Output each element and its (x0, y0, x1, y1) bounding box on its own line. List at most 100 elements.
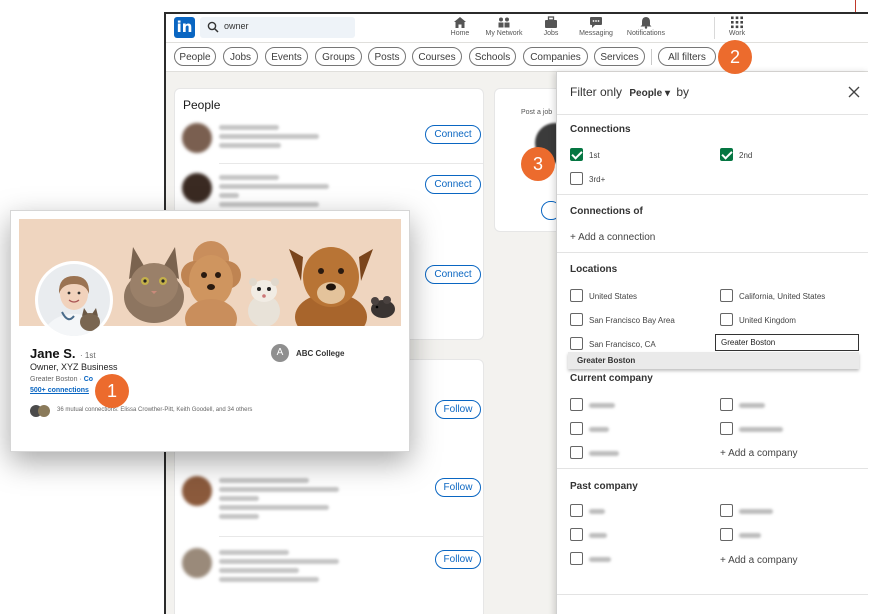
location-label: San Francisco Bay Area (589, 316, 675, 325)
avatar (182, 123, 212, 153)
checkbox-company[interactable] (720, 504, 733, 517)
avatar (182, 476, 212, 506)
nav-jobs[interactable]: Jobs (536, 16, 566, 37)
briefcase-icon (545, 16, 557, 28)
blurred-company (739, 403, 765, 408)
checkbox-2nd[interactable] (720, 148, 733, 161)
blurred-extra (219, 514, 259, 519)
profile-name[interactable]: Jane S. (30, 346, 76, 361)
checkbox-company[interactable] (720, 528, 733, 541)
location-label: California, United States (739, 292, 826, 301)
location-label: United States (589, 292, 638, 301)
checkbox-3rd-plus-label: 3rd+ (589, 175, 606, 184)
blurred-location (219, 496, 259, 501)
connect-button[interactable]: Connect (425, 125, 481, 144)
blurred-headline (219, 487, 339, 492)
checkbox-1st[interactable] (570, 148, 583, 161)
divider (557, 252, 868, 253)
callout-badge-1: 1 (95, 374, 129, 408)
school-name[interactable]: ABC College (296, 349, 344, 358)
connect-button[interactable]: Connect (425, 265, 481, 284)
global-nav: in owner Home My Network Jobs Messaging … (166, 14, 868, 43)
checkbox-company[interactable] (570, 422, 583, 435)
blurred-company (589, 533, 607, 538)
home-icon (454, 17, 466, 28)
checkbox-3rd-plus[interactable] (570, 172, 583, 185)
checkbox-company[interactable] (570, 398, 583, 411)
pill-schools[interactable]: Schools (469, 47, 516, 66)
search-filter-bar: People Jobs Events Groups Posts Courses … (166, 43, 868, 72)
divider (557, 594, 868, 595)
nav-home-label: Home (450, 30, 470, 37)
checkbox-location[interactable] (720, 313, 733, 326)
contact-info-link[interactable]: Co (84, 376, 93, 383)
checkbox-location[interactable] (570, 337, 583, 350)
location-label: United Kingdom (739, 316, 796, 325)
avatar (182, 173, 212, 203)
linkedin-logo[interactable]: in (174, 17, 195, 38)
checkbox-location[interactable] (570, 313, 583, 326)
pill-groups[interactable]: Groups (315, 47, 362, 66)
callout-badge-2: 2 (718, 40, 752, 74)
checkbox-location[interactable] (720, 289, 733, 302)
follow-button[interactable]: Follow (435, 478, 481, 497)
connect-button[interactable]: Connect (425, 175, 481, 194)
nav-notifications-label: Notifications (626, 30, 666, 37)
pill-posts[interactable]: Posts (368, 47, 406, 66)
nav-messaging[interactable]: Messaging (574, 16, 618, 37)
checkbox-company[interactable] (720, 398, 733, 411)
profile-card[interactable]: Jane S. · 1st Owner, XYZ Business Greate… (10, 210, 410, 452)
add-current-company-button[interactable]: + Add a company (720, 448, 798, 459)
checkbox-1st-label: 1st (589, 151, 600, 160)
close-icon[interactable] (848, 86, 860, 98)
network-icon (498, 17, 510, 28)
blurred-location (219, 568, 299, 573)
blurred-company (589, 451, 619, 456)
location-suggestion[interactable]: Greater Boston (568, 352, 859, 369)
connections-of-heading: Connections of (570, 206, 643, 217)
checkbox-company[interactable] (570, 504, 583, 517)
checkbox-company[interactable] (720, 422, 733, 435)
pill-companies[interactable]: Companies (523, 47, 588, 66)
mutual-connections-text[interactable]: 36 mutual connections: Elissa Crowther-P… (57, 407, 252, 413)
pill-people[interactable]: People (174, 47, 216, 66)
checkbox-location[interactable] (570, 289, 583, 302)
past-company-heading: Past company (570, 481, 638, 492)
blurred-name (219, 550, 289, 555)
message-icon (590, 17, 602, 28)
checkbox-company[interactable] (570, 528, 583, 541)
nav-notifications[interactable]: Notifications (620, 16, 672, 37)
search-input[interactable]: owner (200, 17, 355, 38)
profile-avatar[interactable] (35, 261, 113, 339)
blurred-mutual (219, 202, 319, 207)
callout-badge-3: 3 (521, 147, 555, 181)
pill-events[interactable]: Events (265, 47, 308, 66)
pill-all-filters[interactable]: All filters (658, 47, 716, 66)
blurred-company (589, 403, 615, 408)
mutual-avatars (30, 405, 52, 417)
nav-home[interactable]: Home (445, 16, 475, 37)
current-company-heading: Current company (570, 373, 653, 384)
nav-work[interactable]: Work (721, 16, 753, 37)
panel-title-suffix: by (676, 85, 689, 99)
add-connection-button[interactable]: + Add a connection (570, 232, 655, 243)
school-logo: A (271, 344, 289, 362)
pill-separator (651, 49, 652, 65)
follow-button[interactable]: Follow (435, 550, 481, 569)
profile-name-line: Jane S. · 1st (30, 345, 96, 363)
checkbox-company[interactable] (570, 446, 583, 459)
search-icon (207, 21, 219, 33)
pill-services[interactable]: Services (594, 47, 645, 66)
connections-link[interactable]: 500+ connections (30, 387, 89, 394)
follow-button[interactable]: Follow (435, 400, 481, 419)
nav-messaging-label: Messaging (579, 30, 613, 37)
nav-my-network[interactable]: My Network (481, 16, 527, 37)
add-past-company-button[interactable]: + Add a company (720, 555, 798, 566)
checkbox-company[interactable] (570, 552, 583, 565)
result-type-dropdown[interactable]: People ▾ (629, 88, 670, 99)
location-input[interactable]: Greater Boston (715, 334, 859, 351)
pill-jobs[interactable]: Jobs (223, 47, 258, 66)
blurred-headline (219, 134, 319, 139)
bell-icon (640, 17, 652, 29)
pill-courses[interactable]: Courses (412, 47, 462, 66)
